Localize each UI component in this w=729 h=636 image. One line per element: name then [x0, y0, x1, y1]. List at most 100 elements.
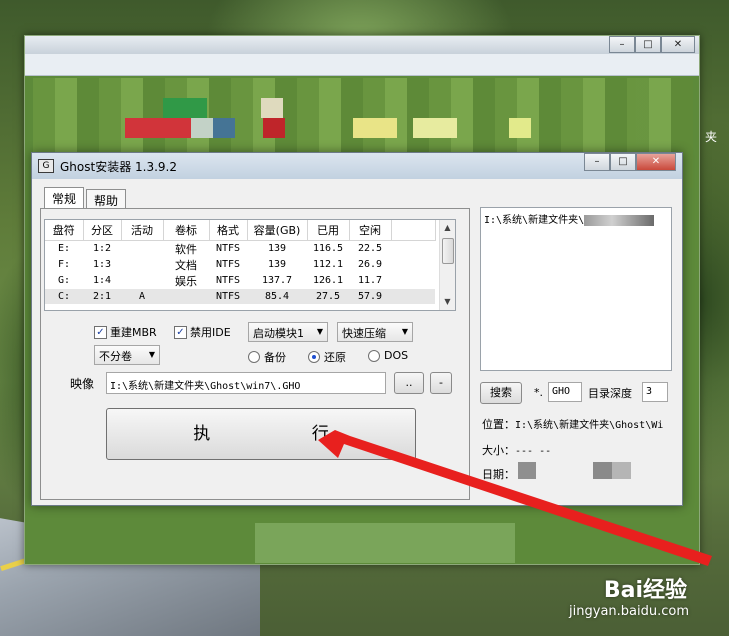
background-toolbar: [25, 54, 699, 76]
dos-label: DOS: [384, 349, 409, 362]
bg-minimize-icon[interactable]: –: [609, 36, 635, 53]
image-path-input[interactable]: I:\系统\新建文件夹\Ghost\win7\.GHO: [106, 372, 386, 394]
rebuild-mbr-checkbox[interactable]: ✓ 重建MBR: [94, 324, 157, 340]
boot-module-select[interactable]: 启动模块1 ▼: [248, 322, 328, 342]
list-item-path: I:\系统\新建文件夹\: [484, 215, 585, 226]
maximize-icon[interactable]: □: [610, 153, 636, 171]
execute-button[interactable]: 执 行: [106, 408, 416, 460]
minimize-icon[interactable]: –: [584, 153, 610, 171]
restore-label: 还原: [324, 351, 346, 364]
cell-part: 1:4: [92, 275, 112, 286]
size-row: 大小：--- --: [482, 442, 551, 458]
chevron-down-icon: ▼: [401, 327, 408, 336]
tab-general[interactable]: 常规: [44, 187, 85, 209]
table-row[interactable]: F: 1:3 文档 NTFS 139 112.1 26.9: [45, 257, 435, 273]
rebuild-mbr-label: 重建MBR: [110, 326, 157, 339]
cell-used: 112.1: [312, 259, 344, 270]
image-label: 映像: [70, 377, 95, 391]
cell-fs: NTFS: [215, 259, 241, 270]
table-row-selected[interactable]: C: 2:1 A NTFS 85.4 27.5 57.9: [45, 288, 435, 304]
close-icon[interactable]: ✕: [636, 153, 676, 171]
backup-radio[interactable]: 备份: [248, 349, 286, 365]
col-free[interactable]: 空闲: [349, 220, 392, 241]
cell-label: 软件: [175, 242, 197, 256]
size-value: --- --: [515, 446, 552, 457]
image-list[interactable]: I:\系统\新建文件夹\: [480, 207, 672, 371]
cell-used: 27.5: [307, 288, 349, 304]
search-button[interactable]: 搜索: [480, 382, 522, 404]
baidu-watermark-url: jingyan.baidu.com: [569, 604, 689, 619]
radio-icon: [248, 351, 260, 363]
backup-label: 备份: [264, 351, 286, 364]
size-label: 大小：: [482, 444, 515, 457]
col-format[interactable]: 格式: [209, 220, 248, 241]
col-used[interactable]: 已用: [307, 220, 350, 241]
cell-drive: E:: [57, 243, 71, 254]
bg-close-icon[interactable]: ✕: [661, 36, 695, 53]
col-capacity[interactable]: 容量(GB): [247, 220, 308, 241]
checkmark-icon: ✓: [174, 325, 187, 339]
ghost-app-icon: G: [38, 159, 54, 173]
cell-label: 娱乐: [175, 274, 197, 288]
depth-input[interactable]: 3: [642, 382, 668, 402]
redacted-block: [593, 462, 631, 479]
disable-ide-checkbox[interactable]: ✓ 禁用IDE: [174, 324, 231, 340]
split-value: 不分卷: [99, 350, 132, 363]
col-drive[interactable]: 盘符: [45, 220, 84, 241]
redacted-block: [518, 462, 536, 479]
cell-part: 2:1: [83, 288, 121, 304]
ext-input[interactable]: GHO: [548, 382, 582, 402]
table-row[interactable]: E: 1:2 软件 NTFS 139 116.5 22.5: [45, 240, 435, 257]
cell-label: 文档: [175, 258, 197, 272]
remove-button[interactable]: -: [430, 372, 452, 394]
restore-radio[interactable]: 还原: [308, 349, 346, 365]
scroll-thumb[interactable]: [442, 238, 454, 264]
col-partition[interactable]: 分区: [83, 220, 122, 241]
ghost-installer-window: G Ghost安装器 1.3.9.2 – □ ✕ 常规 帮助 盘符 分区 活动 …: [31, 152, 683, 506]
cell-fs: NTFS: [215, 243, 241, 254]
cell-size: 139: [267, 243, 287, 254]
cell-fs: NTFS: [209, 288, 247, 304]
scroll-down-icon[interactable]: ▼: [440, 294, 455, 310]
partition-table[interactable]: 盘符 分区 活动 卷标 格式 容量(GB) 已用 空闲 E: 1:2 软件 NT…: [44, 219, 456, 311]
window-titlebar[interactable]: G Ghost安装器 1.3.9.2 – □ ✕: [32, 153, 682, 179]
location-row: 位置：I:\系统\新建文件夹\Ghost\Wi: [482, 416, 663, 432]
cell-free: 22.5: [357, 243, 383, 254]
col-label[interactable]: 卷标: [163, 220, 210, 241]
bg-maximize-icon[interactable]: □: [635, 36, 661, 53]
cell-part: 1:2: [92, 243, 112, 254]
list-item[interactable]: I:\系统\新建文件夹\: [484, 211, 668, 226]
compression-select[interactable]: 快速压缩 ▼: [337, 322, 413, 342]
cell-free: 26.9: [357, 259, 383, 270]
cell-fs: NTFS: [215, 275, 241, 286]
scroll-up-icon[interactable]: ▲: [440, 220, 455, 236]
background-titlebar: – □ ✕: [25, 36, 699, 54]
cell-drive: F:: [57, 259, 71, 270]
window-title: Ghost安装器 1.3.9.2: [60, 160, 178, 174]
cell-active: [121, 240, 163, 257]
cell-free: 11.7: [357, 275, 383, 286]
browse-button[interactable]: ..: [394, 372, 424, 394]
pixelated-strip: [255, 523, 515, 563]
table-scrollbar[interactable]: ▲ ▼: [439, 220, 455, 310]
col-active[interactable]: 活动: [121, 220, 164, 241]
chevron-down-icon: ▼: [148, 350, 155, 359]
checkmark-icon: ✓: [94, 325, 107, 339]
cell-drive: C:: [45, 288, 83, 304]
tab-help[interactable]: 帮助: [86, 189, 127, 209]
cell-part: 1:3: [92, 259, 112, 270]
cell-size: 85.4: [247, 288, 307, 304]
cell-label: [163, 288, 209, 304]
date-row: 日期：: [482, 466, 515, 482]
cell-active: A: [121, 288, 163, 304]
split-volume-select[interactable]: 不分卷 ▼: [94, 345, 160, 365]
ext-prefix: *.: [534, 386, 543, 399]
baidu-watermark: Bai经验: [603, 578, 687, 603]
boot-module-value: 启动模块1: [253, 327, 304, 340]
compression-value: 快速压缩: [342, 327, 386, 340]
cell-free: 57.9: [349, 288, 391, 304]
table-row[interactable]: G: 1:4 娱乐 NTFS 137.7 126.1 11.7: [45, 273, 435, 289]
dos-radio[interactable]: DOS: [368, 349, 408, 362]
cell-drive: G:: [57, 275, 71, 286]
cell-active: [121, 257, 163, 273]
